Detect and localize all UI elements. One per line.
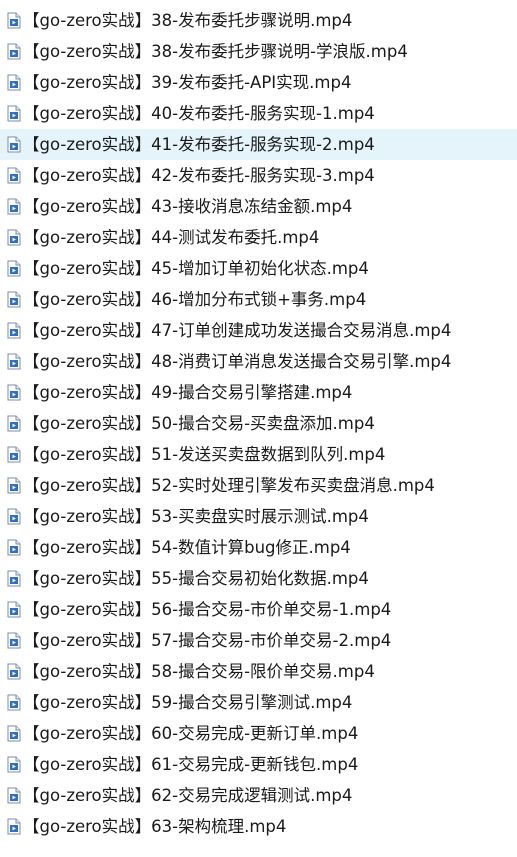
file-row[interactable]: 【go-zero实战】63-架构梳理.mp4 [0,811,517,842]
file-name: 【go-zero实战】48-消费订单消息发送撮合交易引擎.mp4 [23,352,452,371]
file-name: 【go-zero实战】61-交易完成-更新钱包.mp4 [23,755,359,774]
file-name: 【go-zero实战】40-发布委托-服务实现-1.mp4 [23,104,375,123]
file-row[interactable]: 【go-zero实战】62-交易完成逻辑测试.mp4 [0,780,517,811]
file-row[interactable]: 【go-zero实战】39-发布委托-API实现.mp4 [0,67,517,98]
video-file-icon [7,229,21,246]
video-file-icon [7,322,21,339]
video-file-icon [7,43,21,60]
video-file-icon [7,384,21,401]
video-file-icon [7,105,21,122]
file-row[interactable]: 【go-zero实战】45-增加订单初始化状态.mp4 [0,253,517,284]
file-name: 【go-zero实战】53-买卖盘实时展示测试.mp4 [23,507,369,526]
video-file-icon [7,291,21,308]
file-row[interactable]: 【go-zero实战】56-撮合交易-市价单交易-1.mp4 [0,594,517,625]
file-row[interactable]: 【go-zero实战】53-买卖盘实时展示测试.mp4 [0,501,517,532]
video-file-icon [7,570,21,587]
file-row[interactable]: 【go-zero实战】57-撮合交易-市价单交易-2.mp4 [0,625,517,656]
video-file-icon [7,725,21,742]
video-file-icon [7,818,21,835]
video-file-icon [7,12,21,29]
file-row[interactable]: 【go-zero实战】47-订单创建成功发送撮合交易消息.mp4 [0,315,517,346]
file-row[interactable]: 【go-zero实战】51-发送买卖盘数据到队列.mp4 [0,439,517,470]
video-file-icon [7,198,21,215]
file-name: 【go-zero实战】47-订单创建成功发送撮合交易消息.mp4 [23,321,452,340]
file-name: 【go-zero实战】38-发布委托步骤说明-学浪版.mp4 [23,42,408,61]
file-name: 【go-zero实战】60-交易完成-更新订单.mp4 [23,724,359,743]
video-file-icon [7,353,21,370]
file-name: 【go-zero实战】56-撮合交易-市价单交易-1.mp4 [23,600,392,619]
video-file-icon [7,74,21,91]
file-row[interactable]: 【go-zero实战】52-实时处理引擎发布买卖盘消息.mp4 [0,470,517,501]
video-file-icon [7,756,21,773]
file-name: 【go-zero实战】63-架构梳理.mp4 [23,817,287,836]
file-name: 【go-zero实战】44-测试发布委托.mp4 [23,228,320,247]
file-name: 【go-zero实战】41-发布委托-服务实现-2.mp4 [23,135,375,154]
video-file-icon [7,632,21,649]
file-row[interactable]: 【go-zero实战】43-接收消息冻结金额.mp4 [0,191,517,222]
file-row[interactable]: 【go-zero实战】50-撮合交易-买卖盘添加.mp4 [0,408,517,439]
file-name: 【go-zero实战】43-接收消息冻结金额.mp4 [23,197,353,216]
file-name: 【go-zero实战】38-发布委托步骤说明.mp4 [23,11,353,30]
file-name: 【go-zero实战】42-发布委托-服务实现-3.mp4 [23,166,375,185]
file-row[interactable]: 【go-zero实战】38-发布委托步骤说明-学浪版.mp4 [0,36,517,67]
video-file-icon [7,694,21,711]
file-name: 【go-zero实战】49-撮合交易引擎搭建.mp4 [23,383,353,402]
file-name: 【go-zero实战】55-撮合交易初始化数据.mp4 [23,569,369,588]
video-file-icon [7,167,21,184]
file-name: 【go-zero实战】59-撮合交易引擎测试.mp4 [23,693,353,712]
file-row[interactable]: 【go-zero实战】42-发布委托-服务实现-3.mp4 [0,160,517,191]
file-row[interactable]: 【go-zero实战】61-交易完成-更新钱包.mp4 [0,749,517,780]
file-row[interactable]: 【go-zero实战】48-消费订单消息发送撮合交易引擎.mp4 [0,346,517,377]
file-row[interactable]: 【go-zero实战】58-撮合交易-限价单交易.mp4 [0,656,517,687]
file-row[interactable]: 【go-zero实战】41-发布委托-服务实现-2.mp4 [0,129,517,160]
video-file-icon [7,260,21,277]
file-name: 【go-zero实战】50-撮合交易-买卖盘添加.mp4 [23,414,375,433]
file-row[interactable]: 【go-zero实战】44-测试发布委托.mp4 [0,222,517,253]
file-row[interactable]: 【go-zero实战】59-撮合交易引擎测试.mp4 [0,687,517,718]
video-file-icon [7,415,21,432]
video-file-icon [7,446,21,463]
video-file-icon [7,539,21,556]
video-file-icon [7,601,21,618]
file-row[interactable]: 【go-zero实战】40-发布委托-服务实现-1.mp4 [0,98,517,129]
file-row[interactable]: 【go-zero实战】54-数值计算bug修正.mp4 [0,532,517,563]
file-row[interactable]: 【go-zero实战】55-撮合交易初始化数据.mp4 [0,563,517,594]
file-row[interactable]: 【go-zero实战】38-发布委托步骤说明.mp4 [0,5,517,36]
file-list: 【go-zero实战】38-发布委托步骤说明.mp4 【go-zero实战】38… [0,0,517,857]
file-row[interactable]: 【go-zero实战】49-撮合交易引擎搭建.mp4 [0,377,517,408]
file-row[interactable]: 【go-zero实战】46-增加分布式锁+事务.mp4 [0,284,517,315]
video-file-icon [7,508,21,525]
file-name: 【go-zero实战】54-数值计算bug修正.mp4 [23,538,351,557]
file-name: 【go-zero实战】57-撮合交易-市价单交易-2.mp4 [23,631,392,650]
file-name: 【go-zero实战】58-撮合交易-限价单交易.mp4 [23,662,375,681]
file-row[interactable]: 【go-zero实战】60-交易完成-更新订单.mp4 [0,718,517,749]
file-name: 【go-zero实战】52-实时处理引擎发布买卖盘消息.mp4 [23,476,435,495]
file-name: 【go-zero实战】45-增加订单初始化状态.mp4 [23,259,369,278]
file-name: 【go-zero实战】46-增加分布式锁+事务.mp4 [23,290,367,309]
file-name: 【go-zero实战】39-发布委托-API实现.mp4 [23,73,352,92]
video-file-icon [7,787,21,804]
file-name: 【go-zero实战】62-交易完成逻辑测试.mp4 [23,786,353,805]
video-file-icon [7,136,21,153]
video-file-icon [7,477,21,494]
file-name: 【go-zero实战】51-发送买卖盘数据到队列.mp4 [23,445,386,464]
video-file-icon [7,663,21,680]
